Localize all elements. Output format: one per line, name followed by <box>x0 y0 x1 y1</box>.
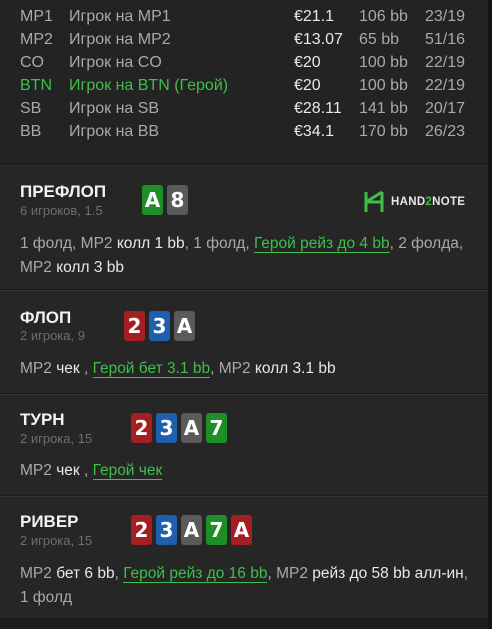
player-row: SB Игрок на SB €28.11 141 bb 20/17 <box>0 98 492 120</box>
player-row: BB Игрок на BB €34.1 170 bb 26/23 <box>0 121 492 143</box>
street-subtitle: 2 игрока, 9 <box>20 328 85 343</box>
hand2note-logo: HAND2NOTE <box>363 190 465 214</box>
street-subtitle: 2 игрока, 15 <box>20 431 93 446</box>
player-stack-bb: 141 bb <box>359 100 408 117</box>
street-title: РИВЕР <box>20 512 79 531</box>
hole-cards: A 8 <box>142 185 188 215</box>
card: 3 <box>156 413 177 443</box>
player-position: MP2 <box>20 31 53 48</box>
window-edge <box>488 0 492 629</box>
street-title: ПРЕФЛОП <box>20 182 107 201</box>
card: A <box>142 185 163 215</box>
player-stack: €34.1 <box>294 123 335 140</box>
card: A <box>181 413 202 443</box>
player-position: SB <box>20 100 42 117</box>
player-stack-bb: 100 bb <box>359 77 408 94</box>
street-subtitle: 2 игрока, 15 <box>20 533 93 548</box>
card: 3 <box>156 515 177 545</box>
street-actions: MP2 чек , Герой чек <box>20 462 163 480</box>
street-preflop: ПРЕФЛОП 6 игроков, 1.5 A 8 HAND2NOTE 1 ф… <box>0 165 488 289</box>
player-name: Игрок на CO <box>69 54 162 71</box>
card: 2 <box>131 413 152 443</box>
card: A <box>174 311 195 341</box>
player-stack-bb: 65 bb <box>359 31 400 48</box>
card: A <box>231 515 252 545</box>
player-stats: 23/19 <box>425 8 466 25</box>
player-row: MP1 Игрок на MP1 €21.1 106 bb 23/19 <box>0 6 492 28</box>
player-stats: 22/19 <box>425 54 466 71</box>
street-title: ТУРН <box>20 410 65 429</box>
card: 8 <box>167 185 188 215</box>
player-position: BB <box>20 123 42 140</box>
board-cards: 2 3 A 7 <box>131 413 227 443</box>
card: 2 <box>124 311 145 341</box>
player-name: Игрок на BB <box>69 123 160 140</box>
player-stack: €20 <box>294 54 321 71</box>
player-stack-bb: 100 bb <box>359 54 408 71</box>
player-row: CO Игрок на CO €20 100 bb 22/19 <box>0 52 492 74</box>
player-position: CO <box>20 54 44 71</box>
street-river: РИВЕР 2 игрока, 15 2 3 A 7 A MP2 бет 6 b… <box>0 496 488 618</box>
player-stats: 22/19 <box>425 77 466 94</box>
street-title: ФЛОП <box>20 308 72 327</box>
card: 7 <box>206 515 227 545</box>
board-cards: 2 3 A 7 A <box>131 515 252 545</box>
player-row: MP2 Игрок на MP2 €13.07 65 bb 51/16 <box>0 29 492 51</box>
player-name: Игрок на SB <box>69 100 160 117</box>
player-stack: €28.11 <box>294 100 342 117</box>
street-subtitle: 6 игроков, 1.5 <box>20 203 103 218</box>
street-turn: ТУРН 2 игрока, 15 2 3 A 7 MP2 чек , Геро… <box>0 394 488 495</box>
street-actions: MP2 чек , Герой бет 3.1 bb, MP2 колл 3.1… <box>20 360 336 378</box>
hand2note-logo-icon <box>364 190 384 212</box>
street-actions: 1 фолд, MP2 колл 1 bb, 1 фолд, Герой рей… <box>20 235 464 276</box>
player-row-hero: BTN Игрок на BTN (Герой) €20 100 bb 22/1… <box>0 75 492 97</box>
card: 2 <box>131 515 152 545</box>
player-stack-bb: 106 bb <box>359 8 408 25</box>
player-stack: €21.1 <box>294 8 335 25</box>
players-table: MP1 Игрок на MP1 €21.1 106 bb 23/19 MP2 … <box>0 0 492 163</box>
street-flop: ФЛОП 2 игрока, 9 2 3 A MP2 чек , Герой б… <box>0 290 488 393</box>
player-stats: 26/23 <box>425 123 466 140</box>
hand2note-logo-text: HAND2NOTE <box>391 196 466 208</box>
player-name: Игрок на MP1 <box>69 8 171 25</box>
player-name: Игрок на MP2 <box>69 31 171 48</box>
street-actions: MP2 бет 6 bb, Герой рейз до 16 bb, MP2 р… <box>20 565 469 606</box>
card: 3 <box>149 311 170 341</box>
player-stack: €20 <box>294 77 321 94</box>
player-stack-bb: 170 bb <box>359 123 408 140</box>
player-stats: 20/17 <box>425 100 466 117</box>
player-stack: €13.07 <box>294 31 343 48</box>
card: 7 <box>206 413 227 443</box>
player-position: MP1 <box>20 8 53 25</box>
card: A <box>181 515 202 545</box>
player-position: BTN <box>20 77 52 94</box>
board-cards: 2 3 A <box>124 311 195 341</box>
player-name: Игрок на BTN (Герой) <box>69 77 229 94</box>
player-stats: 51/16 <box>425 31 466 48</box>
